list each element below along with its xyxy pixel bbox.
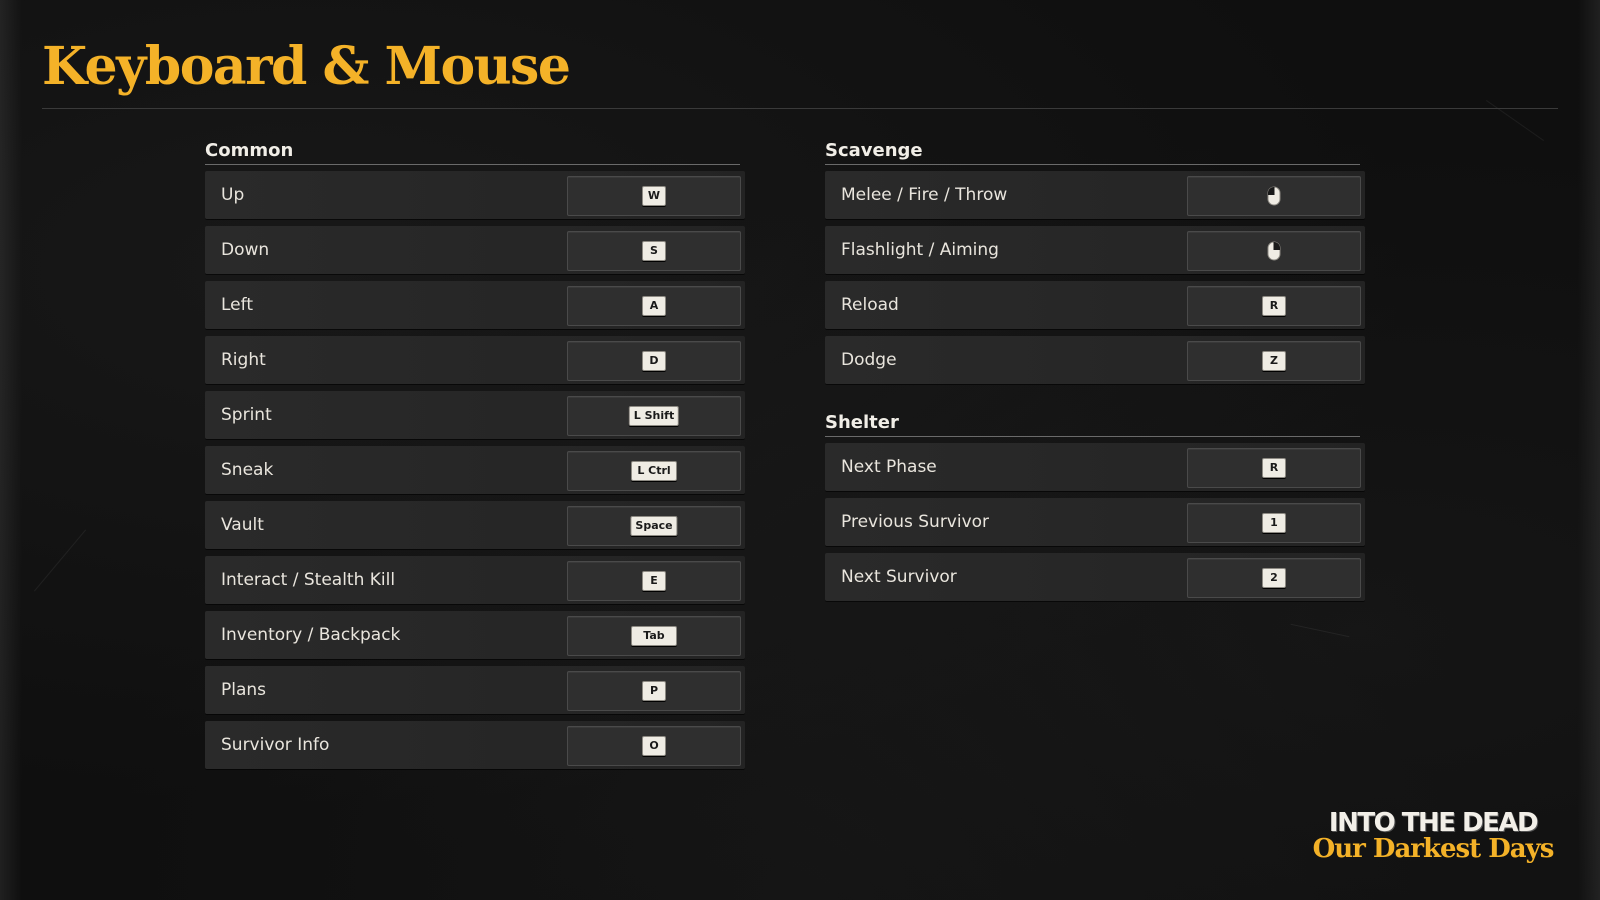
action-label: Right bbox=[221, 350, 266, 370]
key-binding-slot[interactable]: R bbox=[1187, 286, 1361, 326]
action-label: Melee / Fire / Throw bbox=[841, 185, 1008, 205]
section-title-common: Common bbox=[205, 140, 740, 165]
scratch-mark bbox=[33, 529, 87, 592]
keycap: S bbox=[642, 241, 666, 261]
key-binding-slot[interactable]: L Ctrl bbox=[567, 451, 741, 491]
key-binding-slot[interactable]: 2 bbox=[1187, 558, 1361, 598]
binding-row-melee[interactable]: Melee / Fire / Throw bbox=[825, 171, 1365, 219]
keycap: L Shift bbox=[628, 406, 680, 426]
key-binding-slot[interactable]: S bbox=[567, 231, 741, 271]
section-common: Common Up W Down S Left A Right D Sprint… bbox=[205, 140, 745, 776]
action-label: Sneak bbox=[221, 460, 274, 480]
key-binding-slot[interactable]: P bbox=[567, 671, 741, 711]
section-shelter: Shelter Next Phase R Previous Survivor 1… bbox=[825, 412, 1365, 608]
action-label: Reload bbox=[841, 295, 899, 315]
key-binding-slot[interactable]: D bbox=[567, 341, 741, 381]
logo-line-2: Our Darkest Days bbox=[1312, 834, 1555, 864]
section-title-scavenge: Scavenge bbox=[825, 140, 1360, 165]
keycap: 1 bbox=[1262, 513, 1286, 533]
right-edge-wear bbox=[1578, 0, 1600, 900]
binding-row-survivor-info[interactable]: Survivor Info O bbox=[205, 721, 745, 769]
key-binding-slot[interactable] bbox=[1187, 231, 1361, 271]
binding-row-dodge[interactable]: Dodge Z bbox=[825, 336, 1365, 384]
action-label: Flashlight / Aiming bbox=[841, 240, 999, 260]
action-label: Left bbox=[221, 295, 253, 315]
left-edge-wear bbox=[0, 0, 22, 900]
keycap: A bbox=[642, 296, 666, 316]
keycap: W bbox=[642, 186, 666, 206]
binding-row-previous-survivor[interactable]: Previous Survivor 1 bbox=[825, 498, 1365, 546]
action-label: Inventory / Backpack bbox=[221, 625, 401, 645]
binding-row-sprint[interactable]: Sprint L Shift bbox=[205, 391, 745, 439]
binding-row-right[interactable]: Right D bbox=[205, 336, 745, 384]
action-label: Plans bbox=[221, 680, 267, 700]
binding-row-inventory[interactable]: Inventory / Backpack Tab bbox=[205, 611, 745, 659]
keycap: Z bbox=[1262, 351, 1286, 371]
scratch-mark bbox=[1290, 623, 1350, 638]
action-label: Sprint bbox=[221, 405, 272, 425]
key-binding-slot[interactable]: Tab bbox=[567, 616, 741, 656]
binding-row-up[interactable]: Up W bbox=[205, 171, 745, 219]
binding-row-interact[interactable]: Interact / Stealth Kill E bbox=[205, 556, 745, 604]
binding-row-reload[interactable]: Reload R bbox=[825, 281, 1365, 329]
keycap: D bbox=[642, 351, 666, 371]
action-label: Next Survivor bbox=[841, 567, 957, 587]
key-binding-slot[interactable]: L Shift bbox=[567, 396, 741, 436]
key-binding-slot[interactable]: W bbox=[567, 176, 741, 216]
keycap: Tab bbox=[631, 626, 677, 646]
key-binding-slot[interactable]: A bbox=[567, 286, 741, 326]
title-divider bbox=[42, 108, 1558, 109]
binding-row-next-phase[interactable]: Next Phase R bbox=[825, 443, 1365, 491]
action-label: Down bbox=[221, 240, 270, 260]
binding-row-vault[interactable]: Vault Space bbox=[205, 501, 745, 549]
key-binding-slot[interactable]: O bbox=[567, 726, 741, 766]
key-binding-slot[interactable]: Space bbox=[567, 506, 741, 546]
keycap: Space bbox=[630, 516, 678, 536]
binding-row-next-survivor[interactable]: Next Survivor 2 bbox=[825, 553, 1365, 601]
keycap: E bbox=[642, 571, 666, 591]
action-label: Interact / Stealth Kill bbox=[221, 570, 396, 590]
action-label: Dodge bbox=[841, 350, 897, 370]
key-binding-slot[interactable] bbox=[1187, 176, 1361, 216]
logo-line-1: INTO THE DEAD bbox=[1328, 808, 1539, 838]
scratch-mark bbox=[1486, 100, 1544, 141]
keycap: R bbox=[1262, 296, 1286, 316]
key-binding-slot[interactable]: R bbox=[1187, 448, 1361, 488]
key-binding-slot[interactable]: 1 bbox=[1187, 503, 1361, 543]
binding-row-plans[interactable]: Plans P bbox=[205, 666, 745, 714]
section-scavenge: Scavenge Melee / Fire / Throw Flashlight… bbox=[825, 140, 1365, 391]
action-label: Up bbox=[221, 185, 245, 205]
action-label: Previous Survivor bbox=[841, 512, 990, 532]
binding-row-down[interactable]: Down S bbox=[205, 226, 745, 274]
keycap: 2 bbox=[1262, 568, 1286, 588]
action-label: Vault bbox=[221, 515, 264, 535]
binding-row-sneak[interactable]: Sneak L Ctrl bbox=[205, 446, 745, 494]
action-label: Next Phase bbox=[841, 457, 937, 477]
action-label: Survivor Info bbox=[221, 735, 330, 755]
keycap: O bbox=[642, 736, 666, 756]
keycap: L Ctrl bbox=[631, 461, 677, 481]
binding-row-left[interactable]: Left A bbox=[205, 281, 745, 329]
right-mouse-button-icon bbox=[1267, 241, 1281, 261]
keycap: P bbox=[642, 681, 666, 701]
section-title-shelter: Shelter bbox=[825, 412, 1360, 437]
binding-row-flashlight[interactable]: Flashlight / Aiming bbox=[825, 226, 1365, 274]
game-logo: INTO THE DEAD Our Darkest Days bbox=[1308, 810, 1558, 862]
keycap: R bbox=[1262, 458, 1286, 478]
key-binding-slot[interactable]: E bbox=[567, 561, 741, 601]
left-mouse-button-icon bbox=[1267, 186, 1281, 206]
key-binding-slot[interactable]: Z bbox=[1187, 341, 1361, 381]
page-title: Keyboard & Mouse bbox=[42, 36, 571, 97]
